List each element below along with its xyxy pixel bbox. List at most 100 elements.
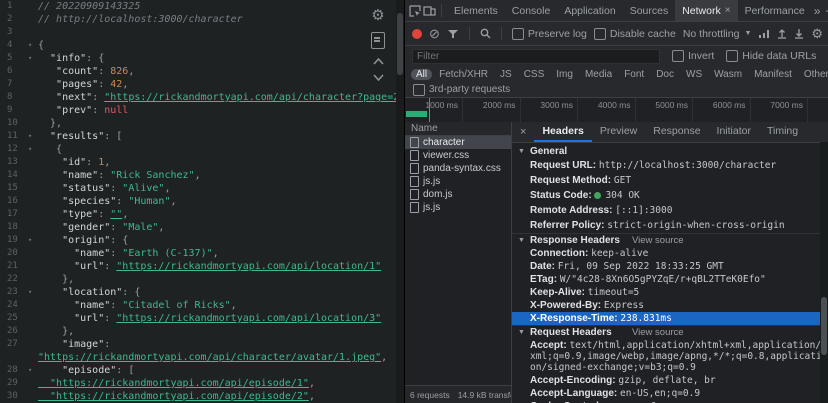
line-number: 9 <box>0 104 28 117</box>
request-row-dom-js[interactable]: dom.js <box>405 188 511 201</box>
details-scrollbar[interactable] <box>820 142 828 403</box>
record-icon[interactable] <box>412 29 422 39</box>
chip-font[interactable]: Font <box>619 69 649 80</box>
chip-media[interactable]: Media <box>580 69 617 80</box>
request-row-character[interactable]: character <box>405 136 511 149</box>
filter-input[interactable] <box>412 49 660 64</box>
search-icon[interactable] <box>480 28 491 39</box>
request-row-panda-syntax-css[interactable]: panda-syntax.css <box>405 162 511 175</box>
third-party-checkbox[interactable]: 3rd-party requests <box>413 84 510 96</box>
section-title-general[interactable]: ▼General <box>512 145 828 158</box>
chip-css[interactable]: CSS <box>519 69 550 80</box>
json-link[interactable]: "https://rickandmortyapi.com/api/charact… <box>104 92 404 103</box>
json-link[interactable]: "https://rickandmortyapi.com/api/charact… <box>38 352 381 363</box>
json-link[interactable]: "https://rickandmortyapi.com/api/locatio… <box>116 313 381 324</box>
detail-tab-response[interactable]: Response <box>645 122 708 142</box>
json-link[interactable]: "https://rickandmortyapi.com/api/locatio… <box>116 261 381 272</box>
fold-arrow-icon[interactable]: ▾ <box>28 143 38 156</box>
fold-arrow-icon[interactable]: ▾ <box>28 52 38 65</box>
fold-arrow-icon[interactable]: ▾ <box>28 234 38 247</box>
collapse-all-icon[interactable] <box>373 58 384 65</box>
detail-tab-headers[interactable]: Headers <box>534 122 591 142</box>
detail-tab-timing[interactable]: Timing <box>759 122 806 142</box>
request-row-js-js[interactable]: js.js <box>405 175 511 188</box>
chip-all[interactable]: All <box>411 69 432 80</box>
inspect-element-icon[interactable] <box>409 2 421 20</box>
tab-performance[interactable]: Performance <box>738 0 812 21</box>
json-token: "type" <box>38 209 98 220</box>
name-column-header[interactable]: Name <box>405 122 511 136</box>
device-toolbar-icon[interactable] <box>423 2 436 20</box>
detail-tab-preview[interactable]: Preview <box>592 122 645 142</box>
raw-view-icon[interactable] <box>371 32 385 49</box>
tab-sources[interactable]: Sources <box>623 0 676 21</box>
document-icon <box>410 163 419 174</box>
throttling-dropdown[interactable]: No throttling▼ <box>683 28 752 40</box>
json-scrollbar[interactable] <box>396 0 404 403</box>
request-row-viewer-css[interactable]: viewer.css <box>405 149 511 162</box>
section-title-request-headers[interactable]: ▼Request HeadersView source <box>512 326 828 339</box>
section-title-response-headers[interactable]: ▼Response HeadersView source <box>512 234 828 247</box>
code-line: 30 "https://rickandmortyapi.com/api/epis… <box>0 390 404 403</box>
header-value: text/html,application/xhtml+xml,applicat… <box>530 340 822 373</box>
header-value: Fri, 09 Sep 2022 18:33:25 GMT <box>558 261 724 272</box>
fold-spacer <box>28 221 38 234</box>
code-line: 11▾ "results": [ <box>0 130 404 143</box>
chip-manifest[interactable]: Manifest <box>749 69 797 80</box>
preserve-log-checkbox[interactable]: Preserve log <box>512 28 587 40</box>
invert-checkbox[interactable]: Invert <box>672 50 714 62</box>
json-link[interactable]: "https://rickandmortyapi.com/api/episode… <box>38 391 309 402</box>
details-scrollbar-thumb[interactable] <box>821 297 827 355</box>
clear-icon[interactable]: ⊘ <box>429 27 440 40</box>
close-tab-icon[interactable]: × <box>725 5 731 16</box>
tab-application[interactable]: Application <box>557 0 622 21</box>
network-settings-icon[interactable]: ⚙ <box>811 27 823 40</box>
tab-elements[interactable]: Elements <box>447 0 505 21</box>
disable-cache-checkbox[interactable]: Disable cache <box>594 28 676 40</box>
json-token: // http://localhost:3000/character <box>38 14 243 25</box>
json-scrollbar-thumb[interactable] <box>397 13 403 75</box>
chip-other[interactable]: Other <box>799 69 828 80</box>
header-name: Accept-Language: <box>530 388 620 399</box>
fold-arrow-icon[interactable]: ▾ <box>28 39 38 52</box>
tab-network[interactable]: Network× <box>675 0 737 21</box>
detail-tab-initiator[interactable]: Initiator <box>709 122 759 142</box>
json-link[interactable]: "" <box>110 209 122 220</box>
chip-doc[interactable]: Doc <box>651 69 679 80</box>
code-text: "episode": [ <box>38 364 404 377</box>
tab-label: Performance <box>745 5 805 17</box>
devtools-tabbar: ElementsConsoleApplicationSourcesNetwork… <box>405 0 828 22</box>
triangle-down-icon: ▼ <box>518 148 525 155</box>
view-source-link[interactable]: View source <box>632 327 684 338</box>
close-details-icon[interactable]: × <box>512 126 534 138</box>
chip-ws[interactable]: WS <box>681 69 707 80</box>
line-number: 3 <box>0 26 28 39</box>
settings-icon[interactable]: ⚙ <box>371 8 384 23</box>
headers-content: ▼GeneralRequest URL: http://localhost:30… <box>512 143 828 403</box>
chip-wasm[interactable]: Wasm <box>709 69 747 80</box>
tab-console[interactable]: Console <box>505 0 558 21</box>
chip-fetch-xhr[interactable]: Fetch/XHR <box>434 69 493 80</box>
json-token: "Human" <box>128 196 170 207</box>
header-row-x-response-time-[interactable]: X-Response-Time: 238.831ms <box>512 312 828 325</box>
more-tabs-icon[interactable]: » <box>814 5 821 17</box>
json-token: { <box>38 144 62 155</box>
import-har-icon[interactable] <box>777 28 787 39</box>
request-row-js-js[interactable]: js.js <box>405 201 511 214</box>
network-conditions-icon[interactable] <box>758 29 770 39</box>
fold-arrow-icon[interactable]: ▾ <box>28 130 38 143</box>
json-link[interactable]: "https://rickandmortyapi.com/api/episode… <box>38 378 309 389</box>
hide-data-urls-checkbox[interactable]: Hide data URLs <box>726 50 816 62</box>
view-source-link[interactable]: View source <box>632 235 684 246</box>
filter-icon[interactable] <box>447 29 459 39</box>
expand-all-icon[interactable] <box>373 74 384 81</box>
fold-arrow-icon[interactable]: ▾ <box>28 286 38 299</box>
json-token: "species" <box>38 196 116 207</box>
header-value: timeout=5 <box>588 287 639 298</box>
request-details-panel: × HeadersPreviewResponseInitiatorTiming … <box>512 122 828 403</box>
fold-arrow-icon[interactable]: ▾ <box>28 364 38 377</box>
chip-img[interactable]: Img <box>551 69 578 80</box>
header-row-remote-address-: Remote Address: [::1]:3000 <box>512 203 828 218</box>
export-har-icon[interactable] <box>794 28 804 39</box>
chip-js[interactable]: JS <box>495 69 517 80</box>
